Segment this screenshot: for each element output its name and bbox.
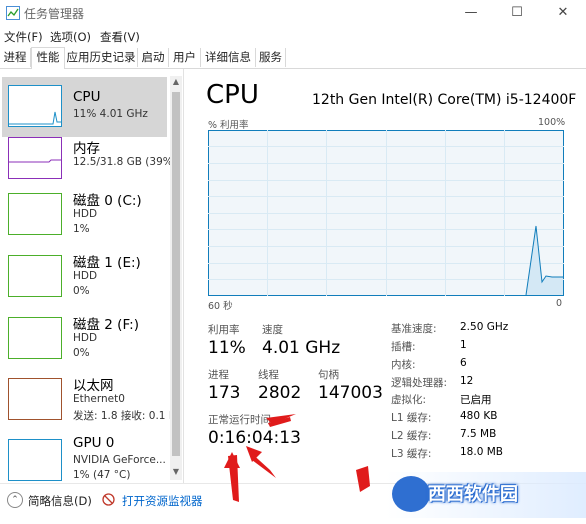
sidebar-item-sub: HDD (73, 332, 98, 344)
l3-cache-value: 18.0 MB (460, 446, 503, 458)
close-button[interactable]: ✕ (540, 0, 586, 26)
disk-0-thumbnail (8, 193, 62, 235)
sockets-label: 插槽: (391, 341, 416, 353)
menu-options[interactable]: 选项(O) (50, 29, 91, 45)
tab-performance[interactable]: 性能 (31, 47, 65, 70)
sidebar-item-sub2: 发送: 1.8 接收: 0.1 I (73, 410, 172, 422)
uptime-value: 0:16:04:13 (208, 428, 301, 448)
window-title: 任务管理器 (24, 7, 85, 21)
virtualization-value: 已启用 (460, 394, 492, 406)
handles-value: 147003 (318, 383, 383, 403)
sidebar-item-sub2: 1% (47 °C) (73, 469, 131, 481)
fewer-details-button[interactable]: 简略信息(D) (28, 493, 92, 509)
scroll-up-icon[interactable]: ▲ (170, 76, 182, 88)
sidebar-item-title: 以太网 (73, 378, 114, 394)
chevron-up-icon[interactable]: ⌃ (7, 492, 23, 508)
processes-label: 进程 (208, 369, 229, 381)
sockets-value: 1 (460, 339, 467, 351)
sidebar-item-sub2: 0% (73, 347, 90, 359)
tab-processes[interactable]: 进程 (0, 48, 31, 67)
utilization-max-label: 100% (538, 117, 566, 128)
l1-cache-value: 480 KB (460, 410, 498, 422)
logical-processors-value: 12 (460, 375, 474, 387)
resource-monitor-icon (102, 493, 115, 506)
sidebar-item-sub: Ethernet0 (73, 393, 125, 405)
sidebar-item-gpu[interactable]: GPU 0 NVIDIA GeForce... 1% (47 °C) (2, 435, 167, 483)
menu-view[interactable]: 查看(V) (100, 29, 140, 45)
sidebar-item-sub: HDD (73, 270, 98, 282)
task-manager-icon (6, 6, 20, 20)
sidebar-item-memory[interactable]: 内存 12.5/31.8 GB (39%) (2, 137, 177, 197)
sidebar-item-sub: 11% 4.01 GHz (73, 108, 148, 120)
utilization-value: 11% (208, 338, 246, 358)
sidebar-item-ethernet[interactable]: 以太网 Ethernet0 发送: 1.8 接收: 0.1 I (2, 374, 172, 434)
sidebar-item-title: CPU (73, 89, 101, 105)
l2-cache-value: 7.5 MB (460, 428, 497, 440)
title-bar: 任务管理器 — ☐ ✕ (0, 0, 586, 26)
menu-file[interactable]: 文件(F) (4, 29, 43, 45)
sidebar-item-disk-1[interactable]: 磁盘 1 (E:) HDD 0% (2, 251, 167, 311)
handles-label: 句柄 (318, 369, 339, 381)
base-speed-value: 2.50 GHz (460, 321, 509, 333)
cpu-thumbnail (8, 85, 62, 127)
tab-app-history[interactable]: 应用历史记录 (65, 48, 138, 67)
watermark-text: 西西软件园 (428, 484, 518, 505)
watermark-logo-icon (392, 476, 430, 512)
speed-label: 速度 (262, 324, 283, 336)
tab-services[interactable]: 服务 (256, 48, 286, 67)
sidebar-item-title: 磁盘 2 (F:) (73, 317, 139, 333)
l3-cache-label: L3 缓存: (391, 448, 432, 460)
sidebar-item-sub: 12.5/31.8 GB (39%) (73, 156, 177, 168)
sidebar-item-sub: NVIDIA GeForce... (73, 454, 166, 466)
virtualization-label: 虚拟化: (391, 394, 427, 406)
sidebar-item-title: 磁盘 0 (C:) (73, 193, 142, 209)
utilization-axis-label: % 利用率 (208, 120, 249, 131)
speed-value: 4.01 GHz (262, 338, 341, 358)
sidebar-item-cpu[interactable]: CPU 11% 4.01 GHz (2, 77, 167, 137)
ethernet-thumbnail (8, 378, 62, 420)
time-zero-label: 0 (556, 298, 563, 309)
tab-details[interactable]: 详细信息 (201, 48, 256, 67)
memory-thumbnail (8, 137, 62, 179)
sidebar-item-sub2: 0% (73, 285, 90, 297)
minimize-button[interactable]: — (448, 0, 494, 26)
uptime-label: 正常运行时间 (208, 414, 271, 426)
sidebar-item-title: GPU 0 (73, 435, 115, 451)
resource-sidebar: CPU 11% 4.01 GHz 内存 12.5/31.8 GB (39%) 磁… (0, 69, 184, 483)
cpu-utilization-graph (208, 130, 564, 296)
page-title: CPU (206, 80, 259, 110)
cpu-model-name: 12th Gen Intel(R) Core(TM) i5-12400F (312, 92, 577, 108)
menu-bar: 文件(F) 选项(O) 查看(V) (0, 26, 586, 46)
sidebar-item-sub2: 1% (73, 223, 90, 235)
open-resource-monitor-link[interactable]: 打开资源监视器 (122, 493, 203, 509)
sidebar-item-disk-2[interactable]: 磁盘 2 (F:) HDD 0% (2, 313, 167, 373)
utilization-label: 利用率 (208, 324, 240, 336)
gpu-thumbnail (8, 439, 62, 481)
l2-cache-label: L2 缓存: (391, 430, 432, 442)
cores-value: 6 (460, 357, 467, 369)
tab-bar: 进程 性能 应用历史记录 启动 用户 详细信息 服务 (0, 46, 586, 70)
disk-2-thumbnail (8, 317, 62, 359)
processes-value: 173 (208, 383, 241, 403)
scrollbar-thumb[interactable] (172, 92, 180, 456)
base-speed-label: 基准速度: (391, 323, 437, 335)
logical-processors-label: 逻辑处理器: (391, 377, 448, 389)
l1-cache-label: L1 缓存: (391, 412, 432, 424)
sidebar-item-sub: HDD (73, 208, 98, 220)
cores-label: 内核: (391, 359, 416, 371)
scroll-down-icon[interactable]: ▼ (170, 466, 182, 478)
sidebar-item-disk-0[interactable]: 磁盘 0 (C:) HDD 1% (2, 189, 167, 249)
threads-value: 2802 (258, 383, 302, 403)
tab-startup[interactable]: 启动 (138, 48, 169, 67)
sidebar-item-title: 内存 (73, 141, 100, 157)
time-span-label: 60 秒 (208, 301, 233, 312)
sidebar-item-title: 磁盘 1 (E:) (73, 255, 141, 271)
disk-1-thumbnail (8, 255, 62, 297)
maximize-button[interactable]: ☐ (494, 0, 540, 26)
threads-label: 线程 (258, 369, 279, 381)
tab-users[interactable]: 用户 (169, 48, 201, 67)
